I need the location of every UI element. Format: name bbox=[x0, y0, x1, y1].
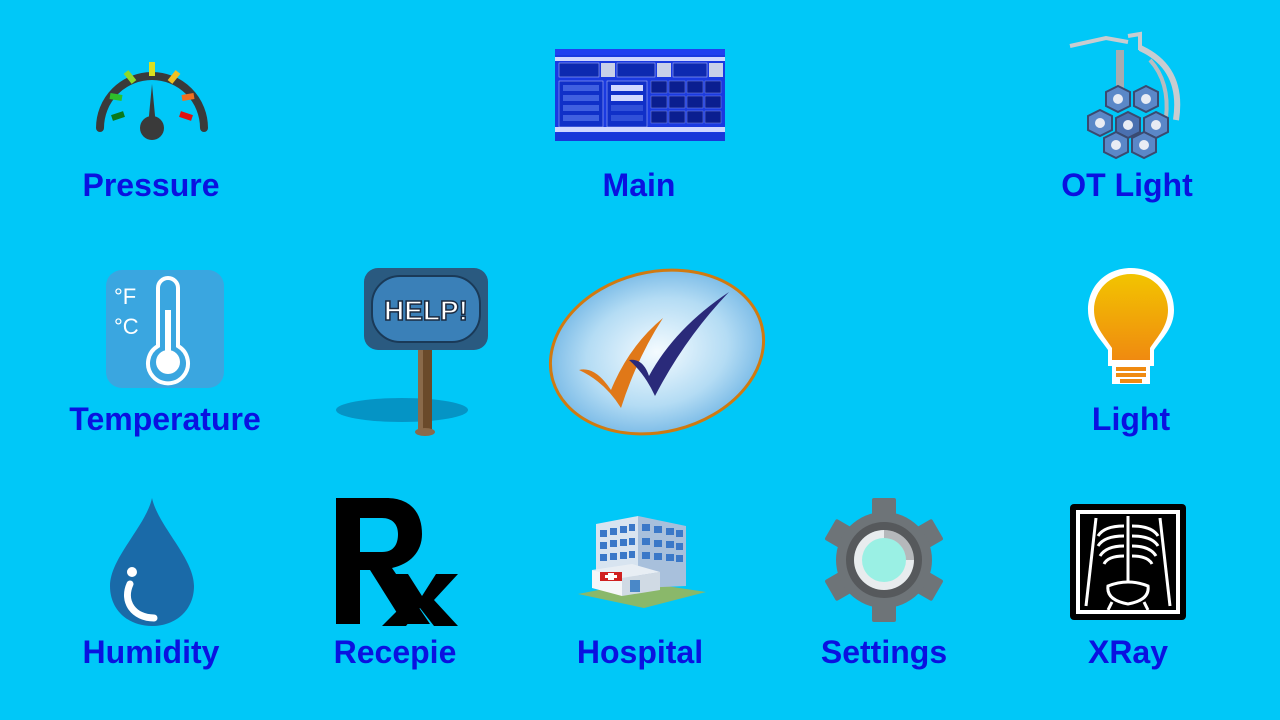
xray-icon bbox=[1070, 504, 1186, 620]
tile-label: Humidity bbox=[82, 634, 220, 670]
help-sign-text: HELP! bbox=[384, 295, 468, 326]
celsius-unit: °C bbox=[114, 314, 139, 339]
help-sign-icon: HELP! bbox=[336, 268, 488, 436]
tile-label: Recepie bbox=[333, 634, 457, 670]
thermometer-icon: °F °C bbox=[106, 270, 224, 388]
water-drop-icon bbox=[110, 498, 194, 626]
surgical-light-icon bbox=[1069, 31, 1181, 160]
pressure-gauge-icon bbox=[96, 62, 208, 140]
hospital-building-icon bbox=[578, 516, 706, 608]
checkmark-icon bbox=[548, 268, 766, 436]
gear-icon bbox=[825, 498, 943, 622]
light-bulb-icon bbox=[1088, 268, 1174, 384]
tile-label: Pressure bbox=[82, 167, 220, 203]
main-dashboard-icon bbox=[555, 49, 725, 141]
tile-label: Settings bbox=[820, 634, 948, 670]
tile-label: Light bbox=[1091, 401, 1171, 437]
fahrenheit-unit: °F bbox=[114, 284, 136, 309]
rx-icon bbox=[336, 498, 458, 626]
tile-label: Temperature bbox=[69, 401, 261, 437]
tile-label: Main bbox=[602, 167, 676, 203]
tile-label: OT Light bbox=[1061, 167, 1193, 203]
tile-label: XRay bbox=[1087, 634, 1169, 670]
tile-label: Hospital bbox=[576, 634, 704, 670]
